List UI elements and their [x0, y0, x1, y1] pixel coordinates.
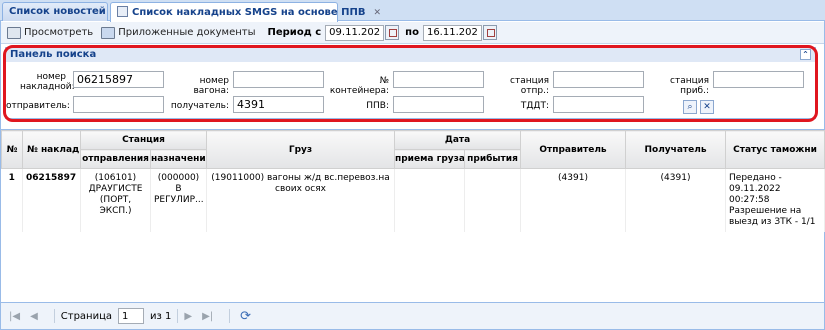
col-cargo[interactable]: Груз: [206, 130, 395, 169]
cell-date-accept: [394, 168, 465, 232]
view-button[interactable]: Просмотреть: [7, 26, 94, 39]
calendar-icon[interactable]: [385, 25, 400, 40]
col-sender[interactable]: Отправитель: [520, 130, 627, 169]
col-group-date: Дата: [393, 130, 522, 150]
col-receiver[interactable]: Получатель: [625, 130, 727, 169]
col-num[interactable]: №: [1, 130, 23, 169]
waybills-grid: № № накладно Станция Груз Дата Отправите…: [1, 129, 825, 302]
highlight-ring: [3, 45, 818, 122]
page-input[interactable]: [118, 308, 145, 324]
cell-sender: (4391): [520, 168, 627, 232]
period-to-field: [422, 24, 497, 41]
waybills-table: № № накладно Станция Груз Дата Отправите…: [1, 130, 825, 232]
cell-customs: Передано - 09.11.2022 00:27:58 Разрешени…: [725, 168, 825, 232]
period-from-field: [325, 24, 400, 41]
cell-date-arrival: [464, 168, 522, 232]
paging-toolbar: |◀ ◀ Страница из 1 ▶ ▶| ⟳: [1, 302, 824, 329]
attached-documents-label: Приложенные документы: [118, 27, 256, 38]
attached-documents-button[interactable]: Приложенные документы: [101, 26, 256, 39]
period-from-input[interactable]: [325, 24, 385, 41]
document-icon: [117, 6, 128, 17]
prev-page-icon[interactable]: ◀: [30, 311, 38, 322]
calendar-icon[interactable]: [482, 25, 497, 40]
cell-cargo: (19011000) вагоны ж/д вс.перевоз.на свои…: [206, 168, 395, 232]
separator: [177, 309, 179, 323]
period-from-label: Период с: [267, 27, 322, 38]
separator: [53, 309, 55, 323]
cell-receiver: (4391): [625, 168, 727, 232]
documents-icon: [101, 26, 116, 39]
period-to-label: по: [405, 27, 419, 38]
tab-label: Список новостей: [9, 6, 106, 17]
separator: [229, 309, 231, 323]
toolbar: Просмотреть Приложенные документы Период…: [1, 22, 824, 44]
period-to-input[interactable]: [422, 24, 482, 41]
col-customs[interactable]: Статус таможни: [725, 130, 825, 169]
col-date-accept[interactable]: приема груза: [394, 149, 465, 169]
cell-num: 1: [1, 168, 23, 232]
next-page-icon[interactable]: ▶: [184, 311, 192, 322]
tab-news-list[interactable]: Список новостей✕: [2, 2, 121, 21]
tab-smgs-list[interactable]: Список накладных SMGS на основе ППВ ✕: [110, 2, 381, 22]
cell-station-arrival: (000000) В РЕГУЛИР...: [150, 168, 207, 232]
col-station-arrival[interactable]: назначения: [150, 149, 207, 169]
page-label: Страница: [60, 310, 113, 322]
close-icon[interactable]: ✕: [374, 8, 382, 18]
tab-bar: Список новостей✕ Список накладных SMGS н…: [0, 0, 825, 22]
table-row[interactable]: 1 06215897 (106101) ДРАУГИСТЕ (ПОРТ, ЭКС…: [1, 168, 825, 232]
view-button-label: Просмотреть: [24, 27, 94, 38]
col-station-departure[interactable]: отправления: [80, 149, 151, 169]
first-page-icon[interactable]: |◀: [9, 311, 20, 322]
last-page-icon[interactable]: ▶|: [202, 311, 213, 322]
tab-label: Список накладных SMGS на основе ППВ: [132, 7, 366, 18]
cell-station-departure: (106101) ДРАУГИСТЕ (ПОРТ, ЭКСП.): [80, 168, 151, 232]
col-waybill[interactable]: № накладно: [22, 130, 81, 169]
col-date-arrival[interactable]: прибытия: [463, 149, 522, 169]
printer-icon: [7, 26, 21, 39]
col-group-station: Станция: [80, 130, 207, 150]
refresh-icon[interactable]: ⟳: [240, 309, 251, 324]
page-count-label: из 1: [150, 310, 172, 322]
cell-waybill: 06215897: [22, 168, 81, 232]
